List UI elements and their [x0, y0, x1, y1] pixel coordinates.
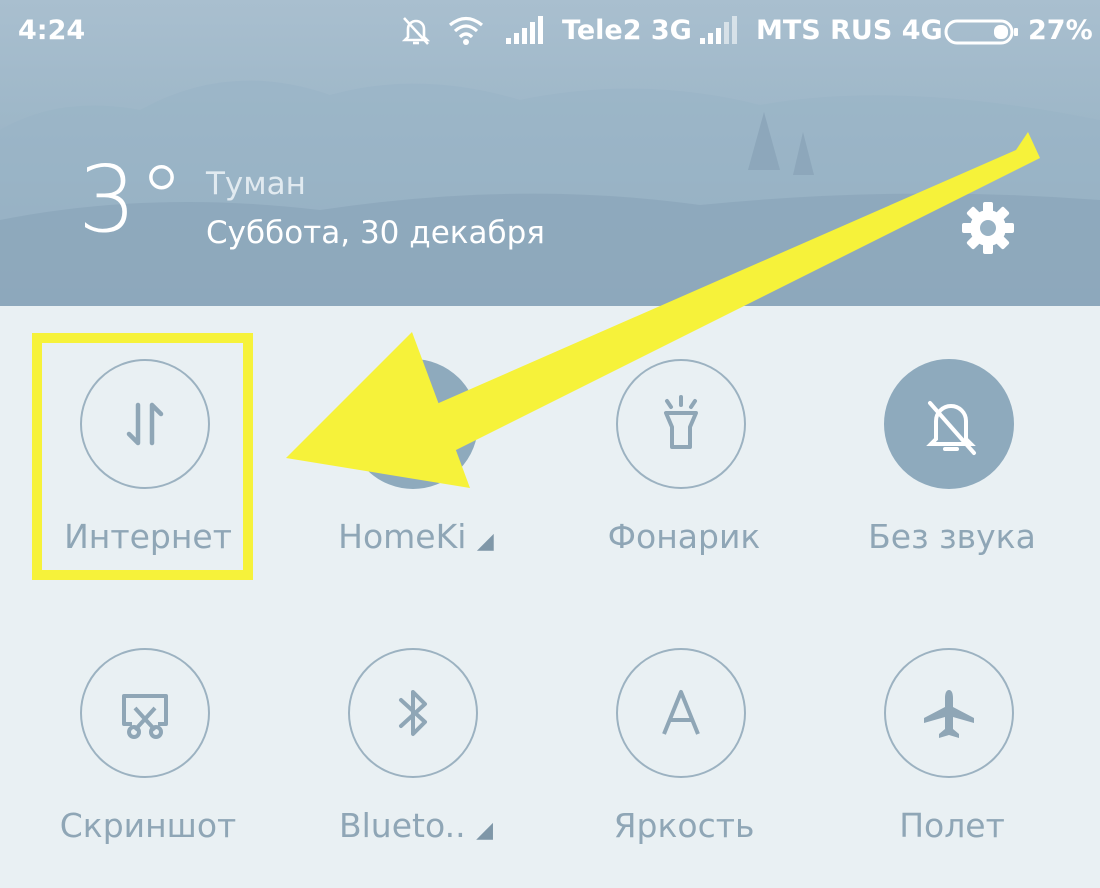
- annotation-arrow: [286, 132, 1040, 488]
